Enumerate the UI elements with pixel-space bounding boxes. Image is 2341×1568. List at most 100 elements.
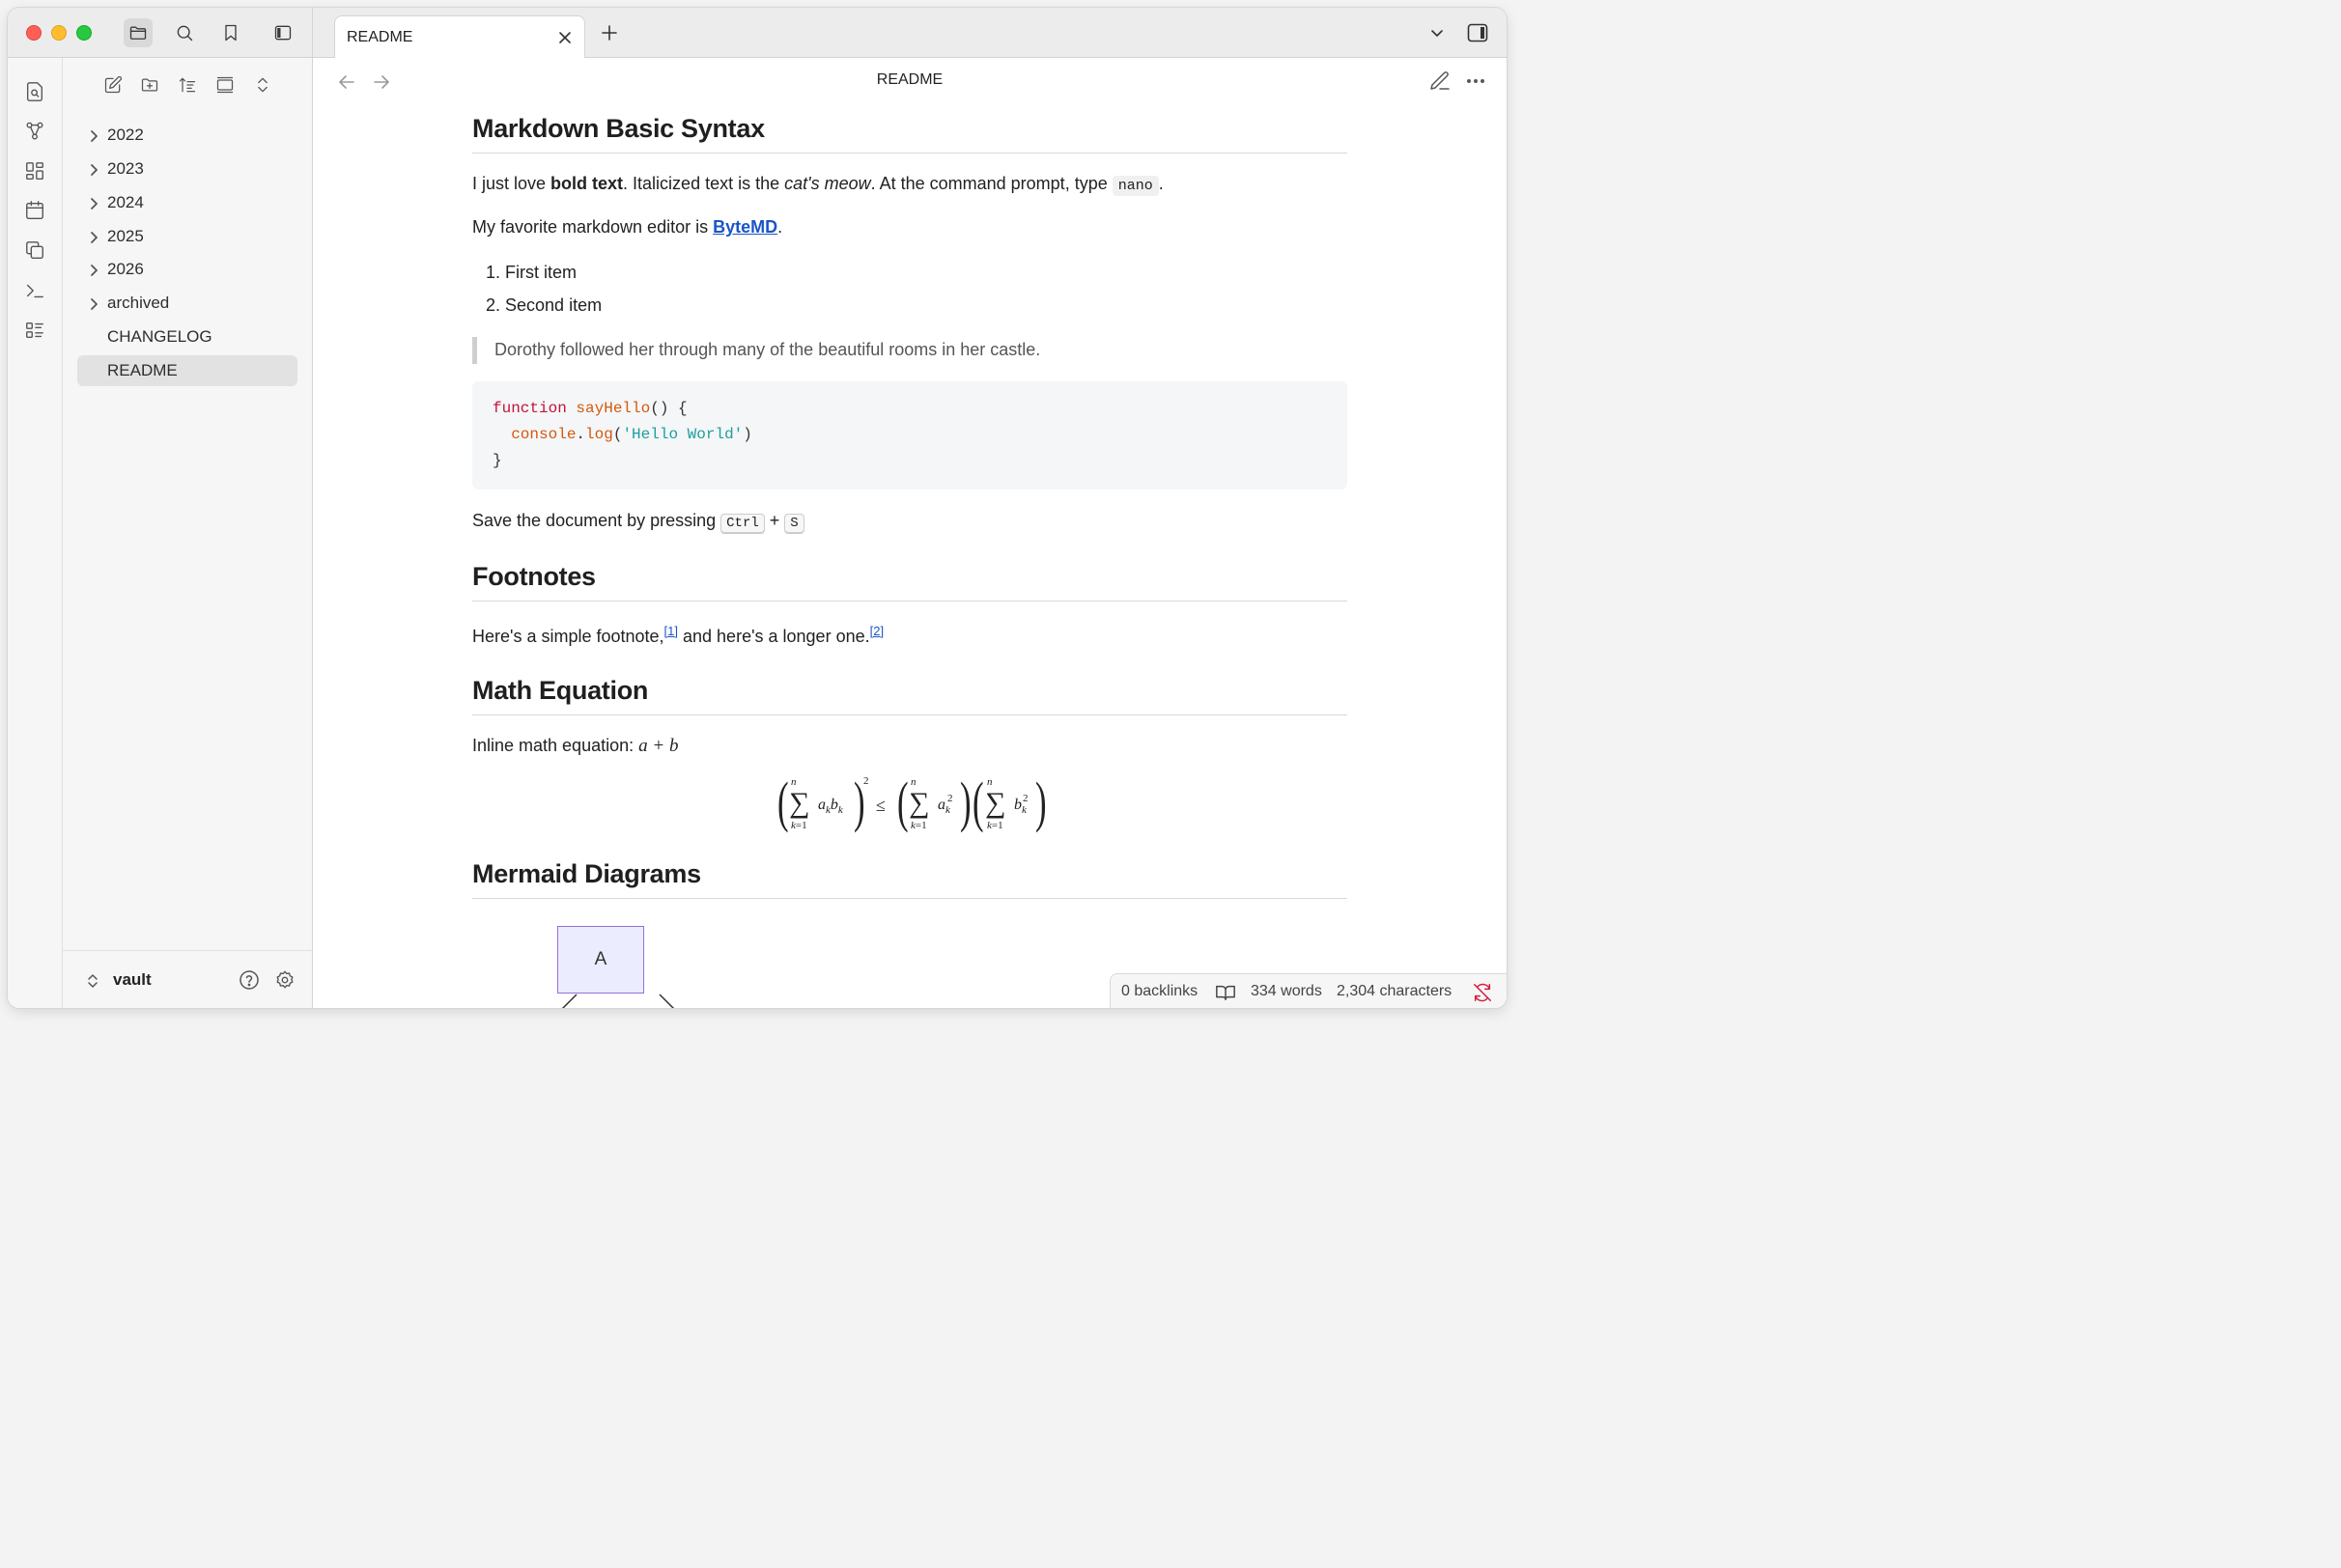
heading-divider — [472, 714, 1347, 715]
math-block-cauchy-schwarz: ( n ∑ k=1 akbk ) 2 ≤ ( n ∑ k=1 ak 2 ) ( — [472, 771, 1347, 840]
graph-icon[interactable] — [22, 119, 47, 144]
svg-text:k=1: k=1 — [791, 820, 807, 831]
collapse-view-icon[interactable] — [213, 73, 237, 97]
svg-text:(: ( — [973, 772, 984, 833]
close-icon[interactable] — [555, 28, 575, 47]
svg-text:2: 2 — [1023, 793, 1029, 804]
close-window-button[interactable] — [26, 25, 42, 41]
chevron-right-icon — [87, 263, 100, 276]
view-header-title[interactable]: README — [313, 71, 1507, 89]
sync-error-icon[interactable] — [1472, 982, 1493, 1003]
heading-basic-syntax: Markdown Basic Syntax — [472, 114, 765, 143]
folder-item-2026[interactable]: 2026 — [77, 254, 297, 285]
file-explorer: 2022 2023 2024 2025 2026 archived CHANGE… — [63, 58, 313, 1008]
minimize-window-button[interactable] — [51, 25, 67, 41]
expand-collapse-icon[interactable] — [251, 73, 274, 97]
svg-text:k=1: k=1 — [987, 820, 1003, 831]
heading-mermaid: Mermaid Diagrams — [472, 859, 701, 888]
paragraph-basic: I just love bold text. Italicized text i… — [472, 174, 1164, 196]
svg-text:(: ( — [897, 772, 909, 833]
folder-icon[interactable] — [124, 18, 153, 47]
vault-switcher-icon[interactable] — [84, 972, 101, 990]
canvas-icon[interactable] — [22, 158, 47, 183]
pencil-icon[interactable] — [1428, 70, 1452, 93]
footnote-ref-2[interactable]: [2] — [870, 624, 884, 638]
heading-math: Math Equation — [472, 676, 649, 705]
heading-divider — [472, 153, 1347, 154]
svg-text:∑: ∑ — [789, 787, 809, 819]
mermaid-node-a: A — [557, 926, 644, 994]
plus-icon[interactable] — [598, 21, 621, 44]
inline-code: nano — [1112, 176, 1159, 196]
svg-text:∑: ∑ — [985, 787, 1005, 819]
footnote-ref-1[interactable]: [1] — [664, 624, 678, 638]
bytemd-link[interactable]: ByteMD — [713, 217, 777, 237]
list-item: 1. First item — [486, 263, 578, 282]
svg-text:): ) — [960, 772, 972, 833]
terminal-icon[interactable] — [22, 278, 47, 303]
zoom-window-button[interactable] — [76, 25, 92, 41]
chevron-right-icon — [87, 296, 100, 310]
book-open-icon[interactable] — [1215, 982, 1236, 1003]
heading-divider — [472, 898, 1347, 899]
word-count: 334 words — [1251, 983, 1322, 999]
vault-name[interactable]: vault — [113, 970, 152, 990]
more-options-icon[interactable] — [1464, 70, 1487, 93]
chevron-down-icon[interactable] — [1427, 23, 1447, 42]
chevron-right-icon — [87, 162, 100, 176]
app-window: README 2022 2023 2024 2025 2026 archived… — [8, 8, 1507, 1008]
new-folder-icon[interactable] — [138, 73, 161, 97]
svg-text:∑: ∑ — [909, 787, 929, 819]
kbd-s: S — [784, 514, 804, 533]
folder-item-2024[interactable]: 2024 — [77, 187, 297, 218]
chevron-right-icon — [87, 230, 100, 243]
backlinks-count[interactable]: 0 backlinks — [1121, 983, 1198, 1000]
file-item-readme[interactable]: README — [77, 355, 297, 386]
svg-text:≤: ≤ — [876, 796, 886, 815]
status-bar: 0 backlinks 334 words 2,304 characters — [1110, 973, 1507, 1008]
mermaid-edges — [561, 994, 675, 1008]
paragraph-editor: My favorite markdown editor is ByteMD. — [472, 217, 783, 237]
paragraph-save: Save the document by pressing Ctrl + S — [472, 511, 804, 533]
chevron-right-icon — [87, 196, 100, 210]
sort-icon[interactable] — [176, 73, 199, 97]
svg-text:2: 2 — [947, 793, 953, 804]
list-icon[interactable] — [22, 318, 47, 343]
svg-text:): ) — [1035, 772, 1047, 833]
blockquote: Dorothy followed her through many of the… — [472, 337, 1347, 364]
bookmark-icon[interactable] — [216, 18, 245, 47]
search-icon[interactable] — [170, 18, 199, 47]
gear-icon[interactable] — [274, 969, 296, 991]
folder-item-archived[interactable]: archived — [77, 288, 297, 319]
svg-text:(: ( — [777, 772, 789, 833]
right-sidebar-toggle-icon[interactable] — [1465, 20, 1490, 45]
list-item: 2. Second item — [486, 295, 603, 315]
file-item-changelog[interactable]: CHANGELOG — [77, 322, 297, 352]
new-note-icon[interactable] — [101, 73, 125, 97]
svg-text:k=1: k=1 — [911, 820, 927, 831]
heading-footnotes: Footnotes — [472, 562, 596, 591]
kbd-ctrl: Ctrl — [720, 514, 765, 533]
tab-readme[interactable]: README — [334, 15, 585, 58]
file-search-icon[interactable] — [22, 79, 47, 104]
editor-pane: README Markdown Basic Syntax I just love… — [313, 58, 1507, 1008]
calendar-icon[interactable] — [22, 198, 47, 223]
help-icon[interactable] — [239, 969, 260, 991]
folder-item-2022[interactable]: 2022 — [77, 120, 297, 151]
svg-text:akbk: akbk — [818, 797, 844, 816]
folder-item-2023[interactable]: 2023 — [77, 154, 297, 184]
paragraph-inline-math: Inline math equation: a + b — [472, 736, 679, 756]
sidebar-toggle-icon[interactable] — [268, 18, 297, 47]
inline-math: a + b — [638, 736, 679, 756]
paragraph-footnote: Here's a simple footnote,[1] and here's … — [472, 624, 885, 646]
ribbon — [8, 58, 63, 1008]
chevron-right-icon — [87, 128, 100, 142]
copy-icon[interactable] — [22, 238, 47, 263]
folder-item-2025[interactable]: 2025 — [77, 221, 297, 252]
character-count: 2,304 characters — [1337, 983, 1453, 999]
code-block: function sayHello() { console.log('Hello… — [472, 381, 1347, 490]
vault-bar: vault — [63, 950, 312, 1008]
tab-label: README — [347, 29, 413, 45]
left-pane-header — [8, 8, 313, 57]
svg-text:2: 2 — [863, 775, 869, 787]
